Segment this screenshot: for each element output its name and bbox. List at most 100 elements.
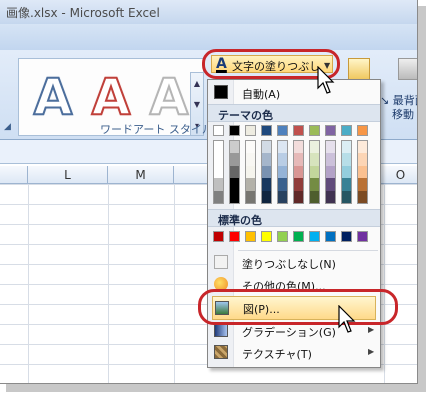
theme-shade-swatch[interactable] [326, 178, 335, 191]
theme-shade-swatch[interactable] [358, 153, 367, 166]
wordart-style-blue[interactable]: A [27, 68, 79, 126]
menu-item-auto[interactable]: 自動(A) [208, 82, 380, 104]
theme-color-shade-column [213, 140, 224, 204]
dialog-launcher-icon[interactable]: ◢ [4, 122, 14, 134]
gridline [174, 184, 175, 383]
theme-shade-swatch[interactable] [326, 153, 335, 166]
theme-color-swatch[interactable] [309, 125, 320, 136]
theme-shade-swatch[interactable] [310, 165, 319, 179]
theme-shade-swatch[interactable] [278, 153, 287, 166]
theme-shade-swatch[interactable] [342, 165, 351, 179]
column-header-o[interactable]: O [384, 166, 417, 184]
standard-color-swatch[interactable] [309, 231, 320, 242]
theme-color-swatch[interactable] [357, 125, 368, 136]
theme-shade-swatch[interactable] [262, 141, 271, 154]
bring-forward-icon[interactable] [348, 58, 370, 80]
theme-shade-swatch[interactable] [326, 141, 335, 154]
theme-shade-swatch[interactable] [294, 141, 303, 154]
theme-shade-swatch[interactable] [342, 190, 351, 203]
theme-shade-swatch[interactable] [214, 178, 223, 191]
theme-shade-swatch[interactable] [246, 178, 255, 191]
standard-color-swatch[interactable] [293, 231, 304, 242]
standard-color-swatch[interactable] [277, 231, 288, 242]
gridline [28, 184, 29, 383]
send-to-back-arrow-icon: ↘ [380, 94, 393, 107]
theme-color-swatch[interactable] [341, 125, 352, 136]
theme-shade-swatch[interactable] [230, 141, 239, 154]
theme-color-shade-column [261, 140, 272, 204]
theme-shade-swatch[interactable] [294, 165, 303, 179]
menu-item-texture[interactable]: テクスチャ(T) ▶ [208, 342, 380, 364]
ribbon-tab-strip [0, 24, 417, 50]
standard-color-swatch[interactable] [325, 231, 336, 242]
theme-color-swatch[interactable] [229, 125, 240, 136]
theme-shade-swatch[interactable] [310, 153, 319, 166]
picture-highlight-ring [198, 289, 398, 325]
theme-shade-swatch[interactable] [214, 153, 223, 166]
theme-shade-swatch[interactable] [342, 153, 351, 166]
theme-shade-swatch[interactable] [214, 190, 223, 203]
theme-shade-swatch[interactable] [246, 190, 255, 203]
theme-shade-swatch[interactable] [262, 178, 271, 191]
theme-color-shade-column [357, 140, 368, 204]
theme-shade-swatch[interactable] [310, 190, 319, 203]
gallery-down-icon[interactable]: ▼ [191, 94, 203, 115]
theme-shade-swatch[interactable] [230, 178, 239, 191]
theme-color-shade-column [341, 140, 352, 204]
theme-shade-swatch[interactable] [310, 141, 319, 154]
theme-shade-swatch[interactable] [342, 141, 351, 154]
wordart-style-gray[interactable]: A [143, 68, 195, 126]
theme-shade-swatch[interactable] [214, 141, 223, 154]
theme-shade-swatch[interactable] [214, 165, 223, 179]
theme-shade-swatch[interactable] [278, 178, 287, 191]
mouse-cursor-icon [317, 66, 335, 94]
text-fill-icon: A [216, 56, 227, 72]
wordart-style-red[interactable]: A [85, 68, 137, 126]
theme-shade-swatch[interactable] [246, 141, 255, 154]
theme-shade-swatch[interactable] [278, 190, 287, 203]
column-header-l[interactable]: L [28, 166, 108, 184]
theme-shade-swatch[interactable] [230, 190, 239, 203]
send-to-back-label-2[interactable]: 移動 [392, 106, 414, 122]
theme-shade-swatch[interactable] [262, 165, 271, 179]
standard-color-swatch[interactable] [341, 231, 352, 242]
theme-shade-swatch[interactable] [358, 190, 367, 203]
theme-shade-swatch[interactable] [294, 178, 303, 191]
theme-color-swatch[interactable] [277, 125, 288, 136]
theme-shade-swatch[interactable] [230, 153, 239, 166]
theme-color-swatch[interactable] [293, 125, 304, 136]
theme-shade-swatch[interactable] [246, 165, 255, 179]
text-fill-button[interactable]: A 文字の塗りつぶし ▼ [211, 55, 333, 73]
theme-shade-swatch[interactable] [358, 141, 367, 154]
theme-shade-swatch[interactable] [358, 165, 367, 179]
column-header-m[interactable]: M [108, 166, 174, 184]
theme-shade-swatch[interactable] [230, 165, 239, 179]
theme-shade-swatch[interactable] [342, 178, 351, 191]
theme-shade-swatch[interactable] [246, 153, 255, 166]
standard-color-swatch[interactable] [357, 231, 368, 242]
theme-color-swatch[interactable] [213, 125, 224, 136]
standard-color-swatch[interactable] [229, 231, 240, 242]
theme-shade-swatch[interactable] [278, 141, 287, 154]
text-fill-label: 文字の塗りつぶし [232, 60, 321, 73]
theme-shade-swatch[interactable] [262, 153, 271, 166]
menu-item-no-fill[interactable]: 塗りつぶしなし(N) [208, 252, 380, 274]
theme-color-swatch[interactable] [325, 125, 336, 136]
theme-shade-swatch[interactable] [310, 178, 319, 191]
no-fill-icon [214, 255, 228, 269]
theme-shade-swatch[interactable] [294, 190, 303, 203]
standard-color-swatch[interactable] [245, 231, 256, 242]
theme-shade-swatch[interactable] [294, 153, 303, 166]
column-header-prev[interactable] [0, 166, 28, 184]
theme-shade-swatch[interactable] [262, 190, 271, 203]
standard-color-swatch[interactable] [261, 231, 272, 242]
group-objects-icon[interactable] [398, 58, 417, 80]
theme-shade-swatch[interactable] [326, 165, 335, 179]
gallery-up-icon[interactable]: ▲ [191, 73, 203, 94]
theme-shade-swatch[interactable] [326, 190, 335, 203]
theme-color-swatch[interactable] [245, 125, 256, 136]
standard-color-swatch[interactable] [213, 231, 224, 242]
theme-shade-swatch[interactable] [358, 178, 367, 191]
theme-shade-swatch[interactable] [278, 165, 287, 179]
theme-color-swatch[interactable] [261, 125, 272, 136]
